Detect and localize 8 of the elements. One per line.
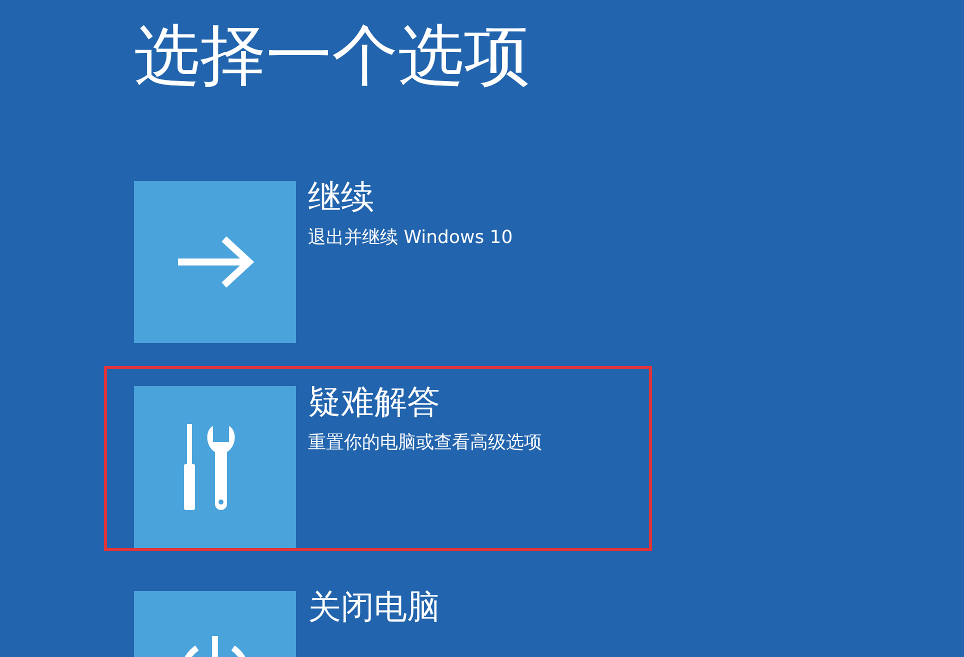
option-label[interactable]: 关闭电脑 [308,587,440,627]
option-label[interactable]: 疑难解答 [308,382,440,422]
option-description: 重置你的电脑或查看高级选项 [308,431,542,454]
option-tile[interactable] [134,181,296,343]
page-title: 选择一个选项 [134,16,531,96]
option-tile[interactable] [134,386,296,548]
option-description: 退出并继续 Windows 10 [308,226,513,249]
option-label[interactable]: 继续 [308,177,374,217]
